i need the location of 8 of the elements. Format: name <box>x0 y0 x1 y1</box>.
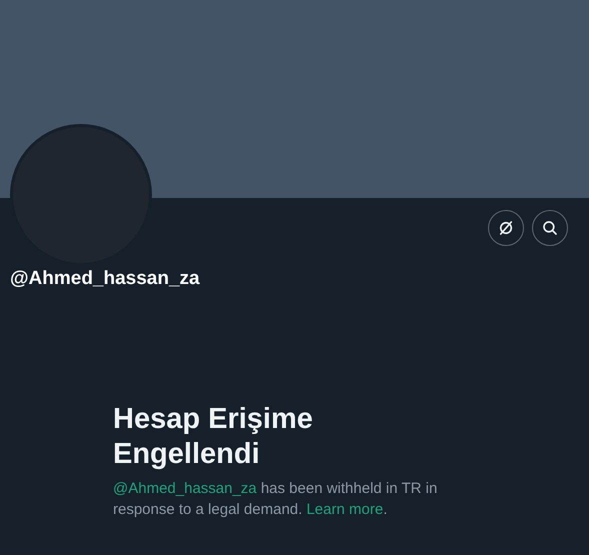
search-icon <box>541 219 559 237</box>
notice-title: Hesap Erişime Engellendi <box>113 402 314 472</box>
mention-link[interactable]: @Ahmed_hassan_za <box>113 480 257 497</box>
slashed-circle-icon <box>497 219 515 237</box>
notice-message: @Ahmed_hassan_za has been withheld in TR in response to a legal demand. Learn more. <box>113 479 438 520</box>
search-button[interactable] <box>532 210 568 246</box>
profile-handle: @Ahmed_hassan_za <box>9 267 201 290</box>
learn-more-link[interactable]: Learn more <box>306 501 384 518</box>
